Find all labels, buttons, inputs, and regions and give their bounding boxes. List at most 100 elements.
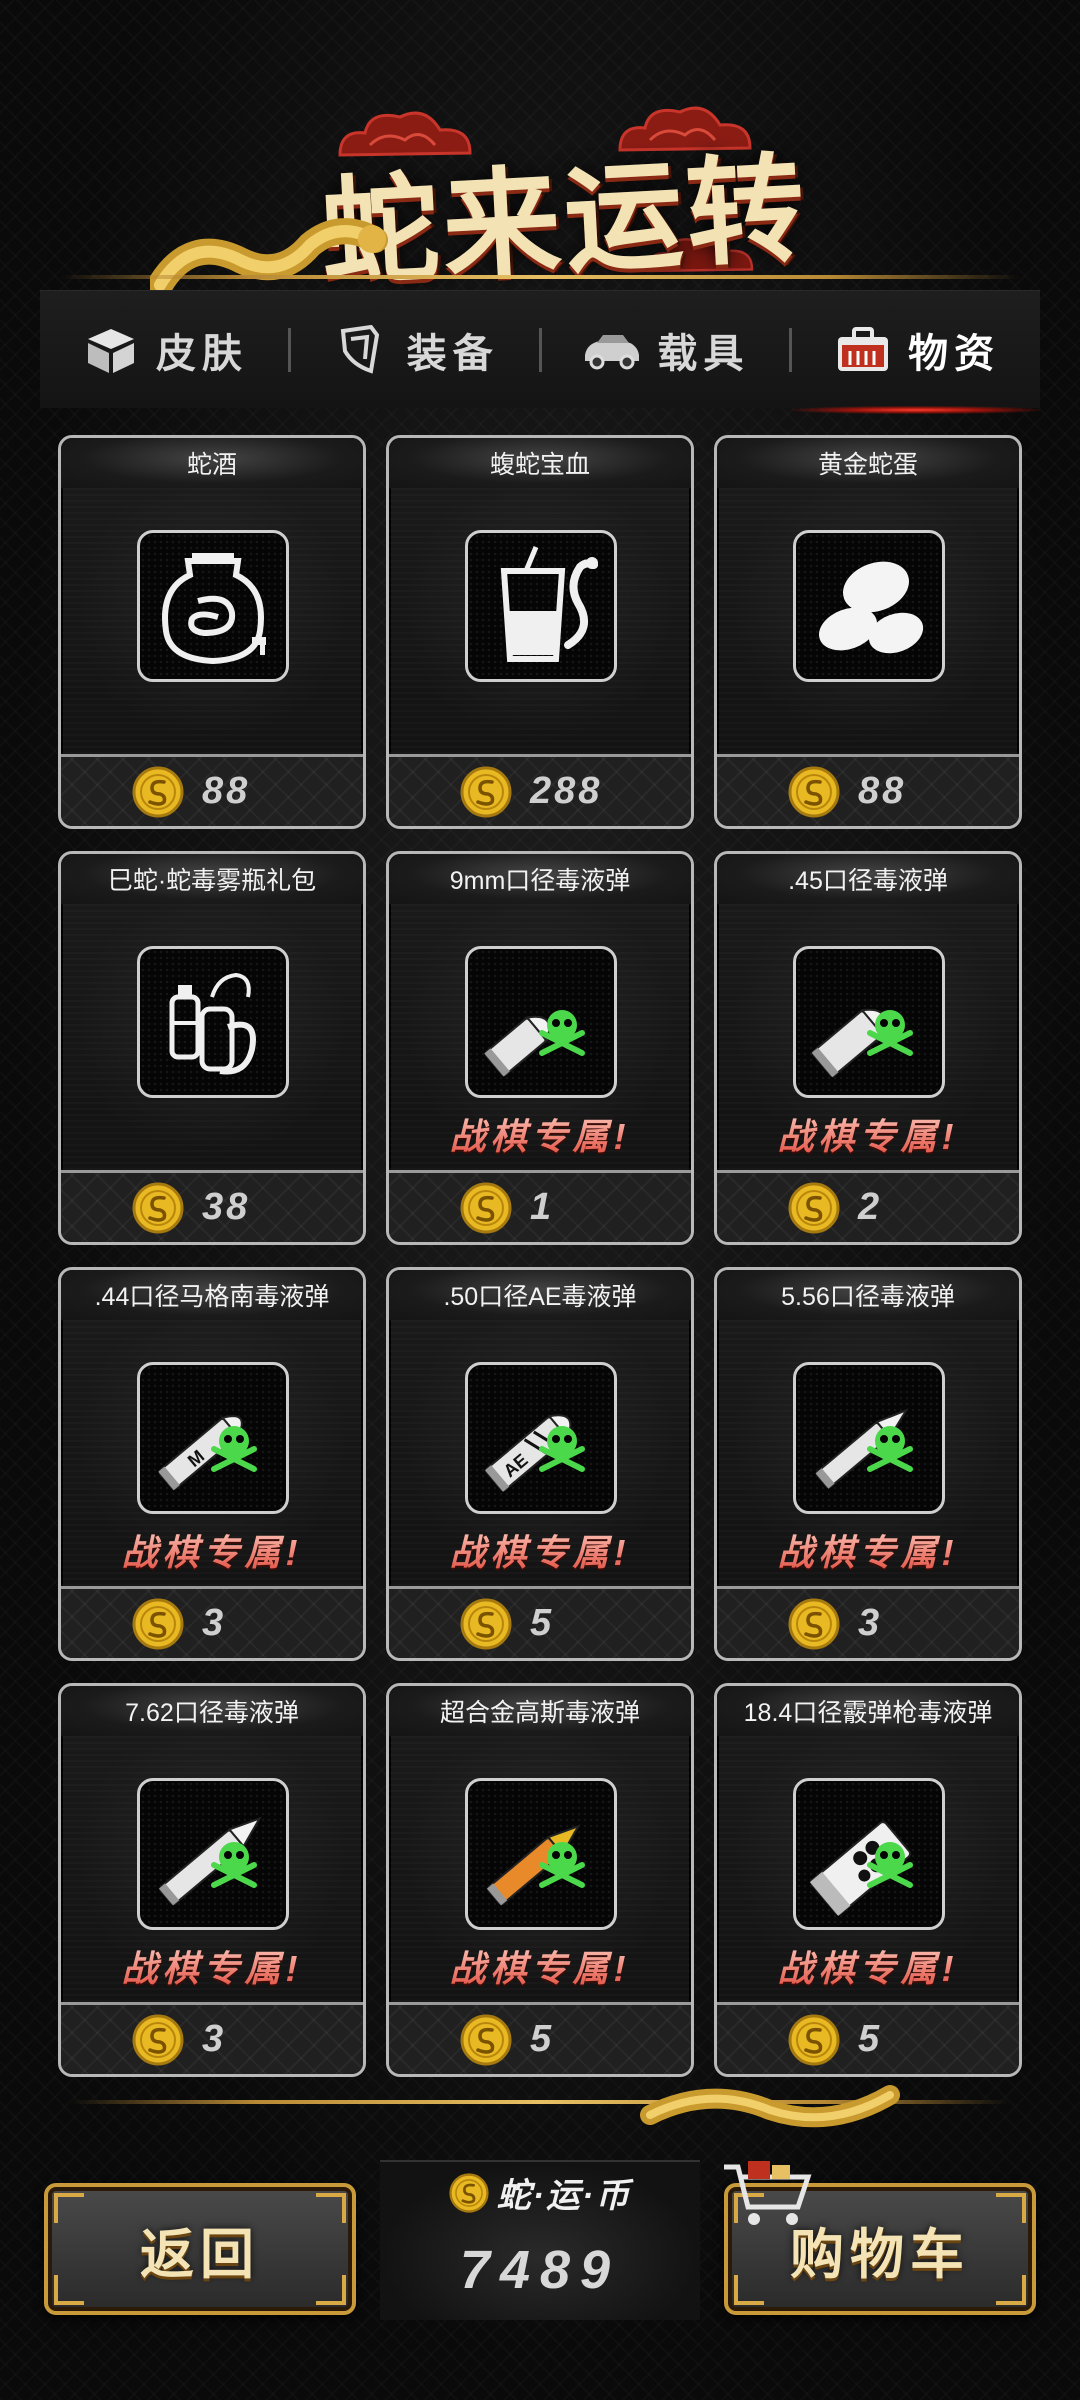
item-price: 5: [858, 2018, 883, 2060]
tab-equipment[interactable]: 装备: [291, 291, 539, 408]
item-price: 2: [858, 1186, 883, 1228]
item-name: 18.4口径霰弹枪毒液弹: [717, 1686, 1019, 1736]
item-name: 黄金蛇蛋: [717, 438, 1019, 488]
item-preview: [717, 488, 1019, 754]
item-preview: [61, 904, 363, 1170]
golden-eggs-icon: [818, 561, 924, 654]
item-name: .50口径AE毒液弹: [389, 1270, 691, 1320]
item-name: .44口径马格南毒液弹: [61, 1270, 363, 1320]
item-preview: [61, 488, 363, 754]
item-name: 9mm口径毒液弹: [389, 854, 691, 904]
bullet-44-magnum-poison-icon: M: [158, 1415, 257, 1491]
exclusive-tag: 战棋专属!: [717, 1108, 1019, 1160]
item-image-frame: [137, 530, 289, 682]
shopping-cart-icon: [724, 2161, 812, 2225]
item-image-frame: [465, 1778, 617, 1930]
tab-vehicles[interactable]: 载具: [542, 291, 790, 408]
item-name: .45口径毒液弹: [717, 854, 1019, 904]
snake-coin-icon: [449, 2172, 489, 2213]
title-divider: [60, 275, 1020, 279]
item-image-frame: [465, 530, 617, 682]
item-preview: 战棋专属!: [717, 904, 1019, 1170]
item-preview: 战棋专属!: [717, 1320, 1019, 1586]
price-bar: 3: [717, 1586, 1019, 1658]
item-name: 蛇酒: [61, 438, 363, 488]
box-icon: [87, 328, 134, 373]
item-price: 88: [858, 770, 907, 812]
frame-corner: [316, 2193, 346, 2223]
snake-coin-icon: [788, 766, 840, 817]
price-bar: 88: [717, 754, 1019, 826]
item-card[interactable]: .50口径AE毒液弹 AE 战棋专属! 5: [386, 1267, 694, 1661]
snake-coin-icon: [460, 1598, 512, 1649]
snake-coin-icon: [788, 2014, 840, 2065]
item-price: 3: [202, 1602, 227, 1644]
price-bar: 3: [61, 2002, 363, 2074]
exclusive-tag: 战棋专属!: [61, 1940, 363, 1992]
item-card[interactable]: 5.56口径毒液弹 战棋专属! 3: [714, 1267, 1022, 1661]
snake-coin-icon: [132, 2014, 184, 2065]
item-image-frame: [793, 1778, 945, 1930]
item-card[interactable]: 黄金蛇蛋 88: [714, 435, 1022, 829]
price-bar: 5: [389, 1586, 691, 1658]
item-price: 3: [202, 2018, 227, 2060]
frame-corner: [316, 2275, 346, 2305]
snake-coin-icon: [132, 766, 184, 817]
snake-coin-icon: [132, 1182, 184, 1233]
armor-icon: [340, 324, 379, 374]
frame-corner: [996, 2193, 1026, 2223]
tab-label: 载具: [657, 331, 750, 376]
frame-corner: [734, 2275, 764, 2305]
bullet-762-poison-icon: [158, 1816, 262, 1906]
price-bar: 288: [389, 754, 691, 826]
item-card[interactable]: 7.62口径毒液弹 战棋专属! 3: [58, 1683, 366, 2077]
item-price: 38: [202, 1186, 251, 1228]
frame-corner: [996, 2275, 1026, 2305]
exclusive-tag: 战棋专属!: [389, 1108, 691, 1160]
item-card[interactable]: 蝮蛇宝血 288: [386, 435, 694, 829]
snake-coin-icon: [460, 766, 512, 817]
item-image-frame: [137, 1778, 289, 1930]
item-card[interactable]: 巳蛇·蛇毒雾瓶礼包 38: [58, 851, 366, 1245]
item-price: 1: [530, 1186, 555, 1228]
currency-label-row: 蛇·运·币: [380, 2168, 700, 2217]
venom-bottle-pack-icon: [169, 972, 256, 1075]
item-image-frame: M: [137, 1362, 289, 1514]
item-image-frame: [793, 530, 945, 682]
item-card[interactable]: .44口径马格南毒液弹 M 战棋专属! 3: [58, 1267, 366, 1661]
tab-label: 物资: [908, 331, 1001, 376]
snake-coin-icon: [788, 1182, 840, 1233]
item-price: 5: [530, 1602, 555, 1644]
item-card[interactable]: 9mm口径毒液弹 战棋专属! 1: [386, 851, 694, 1245]
exclusive-tag: 战棋专属!: [61, 1524, 363, 1576]
item-price: 5: [530, 2018, 555, 2060]
item-card[interactable]: .45口径毒液弹 战棋专属! 2: [714, 851, 1022, 1245]
supply-case-icon: [838, 326, 889, 371]
car-icon: [585, 334, 640, 369]
gauss-round-poison-icon: [486, 1824, 585, 1906]
price-bar: 5: [717, 2002, 1019, 2074]
item-preview: 战棋专属!: [717, 1736, 1019, 2002]
item-name: 巳蛇·蛇毒雾瓶礼包: [61, 854, 363, 904]
item-image-frame: [137, 946, 289, 1098]
back-button[interactable]: 返回: [44, 2183, 356, 2315]
golden-snake-icon: [640, 2085, 900, 2128]
price-bar: 2: [717, 1170, 1019, 1242]
snake-coin-icon: [132, 1598, 184, 1649]
frame-corner: [54, 2275, 84, 2305]
item-card[interactable]: 蛇酒 88: [58, 435, 366, 829]
price-bar: 5: [389, 2002, 691, 2074]
cart-button[interactable]: 购物车: [724, 2161, 1036, 2315]
tab-supplies[interactable]: 物资: [792, 291, 1040, 414]
item-preview: [389, 488, 691, 754]
category-tabs: 皮肤 装备 载具 物资: [40, 290, 1040, 414]
item-card[interactable]: 超合金高斯毒液弹 战棋专属! 5: [386, 1683, 694, 2077]
exclusive-tag: 战棋专属!: [389, 1524, 691, 1576]
item-card[interactable]: 18.4口径霰弹枪毒液弹 战棋专属! 5: [714, 1683, 1022, 2077]
tab-label: 皮肤: [155, 331, 248, 376]
item-image-frame: [793, 946, 945, 1098]
tab-skins[interactable]: 皮肤: [40, 291, 288, 408]
price-bar: 88: [61, 754, 363, 826]
item-image-frame: [465, 946, 617, 1098]
page-title: 蛇来运转: [317, 138, 812, 303]
